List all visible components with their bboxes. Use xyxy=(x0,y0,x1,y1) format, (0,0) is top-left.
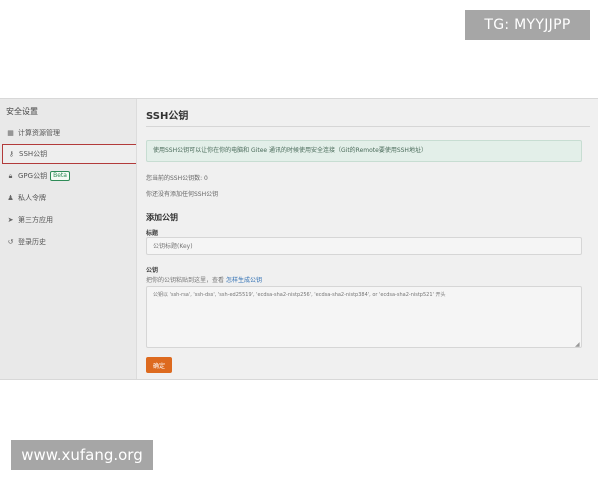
key-icon: ⚷ xyxy=(8,150,15,158)
history-icon: ↺ xyxy=(7,238,14,246)
title-label: 标题 xyxy=(146,230,159,237)
generate-key-link[interactable]: 怎样生成公钥 xyxy=(226,277,262,284)
sidebar-title: 安全设置 xyxy=(6,107,38,116)
main-panel: SSH公钥 使用SSH公钥可以让你在你的电脑和 Gitee 通讯的时候使用安全连… xyxy=(136,99,598,379)
key-hint-text: 把你的公钥粘贴到这里，查看 xyxy=(146,277,225,284)
sidebar-item-gpg-key[interactable]: 🔒︎ GPG公钥 Beta xyxy=(2,166,137,186)
beta-badge: Beta xyxy=(50,171,70,181)
sidebar-item-private-token[interactable]: ♟ 私人令牌 xyxy=(2,188,137,208)
sidebar-item-label: SSH公钥 xyxy=(19,150,48,158)
info-banner: 使用SSH公钥可以让你在你的电脑和 Gitee 通讯的时候使用安全连接（Git的… xyxy=(146,140,582,162)
key-hint: 把你的公钥粘贴到这里，查看 怎样生成公钥 xyxy=(146,275,262,284)
sidebar: 安全设置 ▦ 计算资源管理 ⚷ SSH公钥 🔒︎ GPG公钥 Beta ♟ 私人… xyxy=(0,99,137,379)
sidebar-item-label: GPG公钥 xyxy=(18,172,48,180)
watermark-bottom: www.xufang.org xyxy=(11,440,153,470)
sidebar-item-third-party[interactable]: ➤ 第三方应用 xyxy=(2,210,137,230)
sidebar-item-compute[interactable]: ▦ 计算资源管理 xyxy=(2,123,137,143)
public-key-textarea[interactable] xyxy=(146,286,582,348)
user-icon: ♟ xyxy=(7,194,14,202)
page-title: SSH公钥 xyxy=(146,111,189,122)
key-label: 公钥 xyxy=(146,267,159,274)
title-divider xyxy=(146,126,590,127)
lock-icon: 🔒︎ xyxy=(8,171,13,180)
key-count: 您当前的SSH公钥数: 0 xyxy=(146,175,208,182)
title-input[interactable] xyxy=(146,237,582,255)
send-icon: ➤ xyxy=(7,216,14,224)
sidebar-item-label: 第三方应用 xyxy=(18,216,53,224)
resize-grip-icon[interactable]: ◢ xyxy=(575,341,580,348)
sidebar-item-ssh-key[interactable]: ⚷ SSH公钥 xyxy=(2,144,137,164)
grid-icon: ▦ xyxy=(7,129,14,137)
sidebar-item-login-history[interactable]: ↺ 登录历史 xyxy=(2,232,137,252)
empty-message: 你还没有添加任何SSH公钥 xyxy=(146,191,219,198)
sidebar-item-label: 计算资源管理 xyxy=(18,129,60,137)
settings-window: 安全设置 ▦ 计算资源管理 ⚷ SSH公钥 🔒︎ GPG公钥 Beta ♟ 私人… xyxy=(0,98,598,380)
sidebar-item-label: 登录历史 xyxy=(18,238,46,246)
add-key-heading: 添加公钥 xyxy=(146,213,178,222)
watermark-top: TG: MYYJJPP xyxy=(465,10,590,40)
confirm-button[interactable]: 确定 xyxy=(146,357,172,373)
sidebar-item-label: 私人令牌 xyxy=(18,194,46,202)
